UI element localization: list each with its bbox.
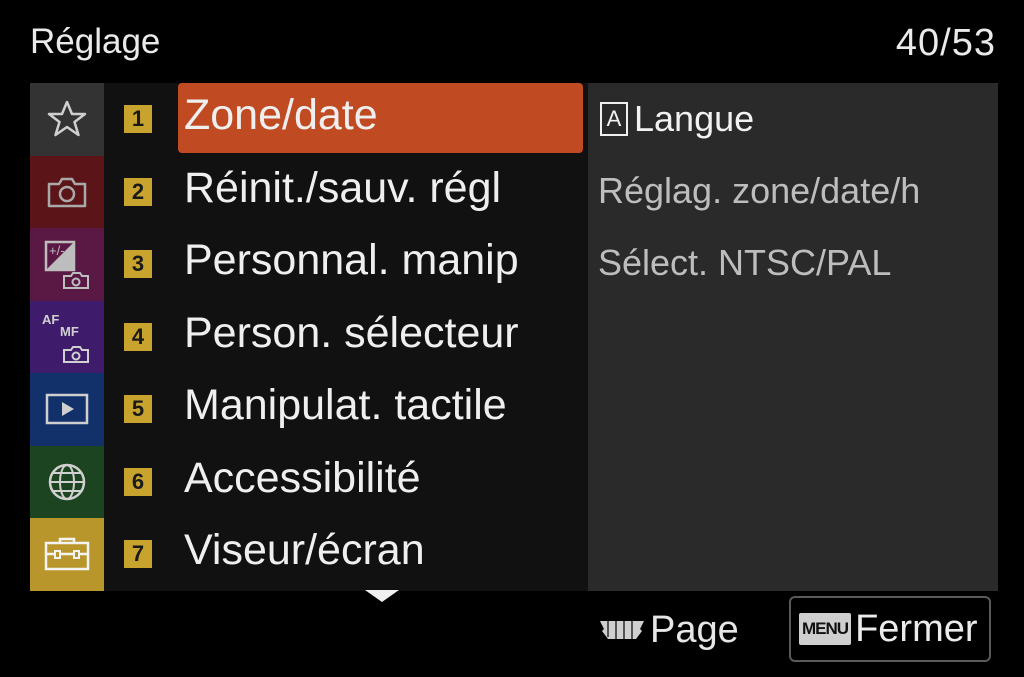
submenu-item-label: Sélect. NTSC/PAL xyxy=(598,242,892,283)
close-button[interactable]: MENU Fermer xyxy=(789,596,991,662)
close-label: Fermer xyxy=(855,607,978,650)
submenu-item-area-date-time[interactable]: Réglag. zone/date/h xyxy=(598,155,920,227)
language-icon: A xyxy=(600,102,628,136)
dial-icon xyxy=(600,621,644,639)
menu-item-label: Personnal. manip xyxy=(184,236,519,284)
menu-item[interactable]: 5 Manipulat. tactile xyxy=(104,373,588,445)
svg-text:+/-: +/- xyxy=(49,243,65,258)
camera-icon xyxy=(47,177,87,207)
menu-item-label: Viseur/écran xyxy=(184,526,425,574)
menu-item[interactable]: 1 Zone/date xyxy=(104,83,588,155)
menu-item-label: Réinit./sauv. régl xyxy=(184,163,502,212)
menu-item-label: Person. sélecteur xyxy=(184,308,519,357)
submenu-item-label: Réglag. zone/date/h xyxy=(598,170,921,211)
menu-item-label: Zone/date xyxy=(184,91,378,139)
tab-shooting[interactable] xyxy=(30,155,104,228)
menu-key-badge: MENU xyxy=(799,613,852,645)
tab-network[interactable] xyxy=(30,445,104,518)
submenu-panel: A Langue Réglag. zone/date/h Sélect. NTS… xyxy=(588,83,998,591)
star-icon xyxy=(47,101,87,137)
tab-playback[interactable] xyxy=(30,373,104,446)
category-tabs: +/- AF MF xyxy=(30,83,104,591)
menu-item[interactable]: 4 Person. sélecteur xyxy=(104,301,588,373)
page-label: Page xyxy=(650,608,739,651)
menu-item-number: 4 xyxy=(124,322,152,351)
menu-item-label: Accessibilité xyxy=(184,453,421,502)
menu-item[interactable]: 2 Réinit./sauv. régl xyxy=(104,156,588,228)
tab-setup[interactable] xyxy=(30,518,104,591)
menu-list: 1 Zone/date 2 Réinit./sauv. régl 3 Personnal.… xyxy=(104,83,588,591)
menu-item-number: 5 xyxy=(124,395,152,423)
exposure-camera-icon: +/- xyxy=(44,241,89,290)
page-button[interactable]: Page xyxy=(598,604,739,656)
svg-text:MF: MF xyxy=(60,324,79,339)
menu-item-number: 6 xyxy=(124,467,152,496)
menu-item-number: 7 xyxy=(124,540,152,568)
toolbox-icon xyxy=(44,538,90,571)
svg-text:AF: AF xyxy=(42,312,59,327)
submenu-item-label: Langue xyxy=(634,98,755,139)
menu-item[interactable]: 6 Accessibilité xyxy=(104,446,588,518)
page-counter: 40/53 xyxy=(895,22,996,64)
menu-item[interactable]: 7 Viseur/écran xyxy=(104,518,588,590)
tab-exposure[interactable]: +/- xyxy=(30,228,104,301)
scroll-down-arrow-icon[interactable] xyxy=(365,590,399,604)
menu-item-label: Manipulat. tactile xyxy=(184,381,507,429)
submenu-item-ntsc-pal[interactable]: Sélect. NTSC/PAL xyxy=(598,227,891,299)
submenu-item-language[interactable]: A Langue xyxy=(598,83,754,155)
af-mf-camera-icon: AF MF xyxy=(42,312,89,363)
tab-favorites[interactable] xyxy=(30,83,104,156)
menu-item-number: 2 xyxy=(124,177,152,206)
page-title: Réglage xyxy=(30,22,161,61)
tab-focus[interactable]: AF MF xyxy=(30,300,104,373)
globe-icon xyxy=(48,463,86,500)
playback-icon xyxy=(45,394,89,425)
menu-item-number: 1 xyxy=(124,105,152,133)
menu-item-number: 3 xyxy=(124,250,152,278)
menu-item[interactable]: 3 Personnal. manip xyxy=(104,228,588,300)
